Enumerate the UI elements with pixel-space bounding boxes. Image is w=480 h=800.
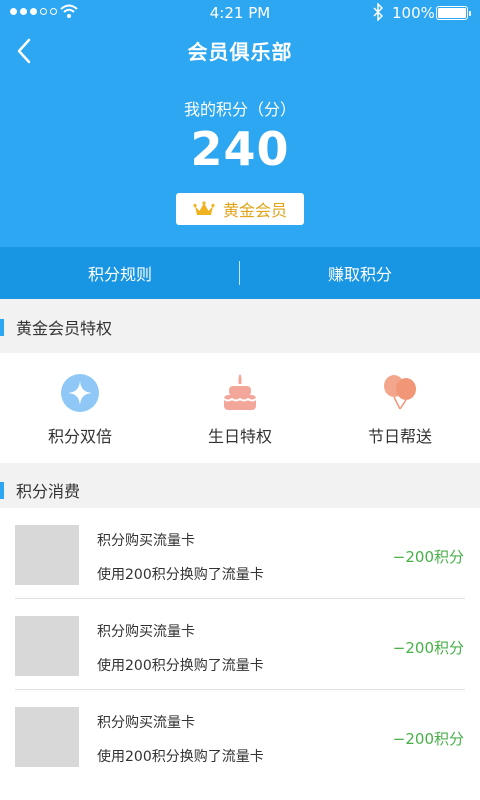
record-amount: −200积分 [392,548,464,566]
record-title: 积分购买流量卡 [97,624,195,640]
record-amount: −200积分 [392,639,464,657]
record-title: 积分购买流量卡 [97,715,195,731]
balloons-icon [384,375,416,410]
battery-icon [436,6,471,20]
privilege-label: 节日帮送 [367,427,432,446]
privilege-birthday[interactable]: 生日特权 [160,353,320,463]
tab-divider [239,261,240,285]
privileges-section-title: 黄金会员特权 [0,301,480,353]
record-amount: −200积分 [392,730,464,748]
record-thumbnail [15,616,79,676]
list-item[interactable]: 积分购买流量卡 使用200积分换购了流量卡 −200积分 [0,599,480,690]
member-level-badge[interactable]: 黄金会员 [176,193,304,225]
points-value: 240 [190,122,290,176]
page-title: 会员俱乐部 [187,40,293,64]
status-bar: 4:21 PM 100% [0,0,480,26]
tab-points-rules[interactable]: 积分规则 [0,247,240,299]
tab-bar: 积分规则 赚取积分 [0,247,480,299]
record-description: 使用200积分换购了流量卡 [97,567,264,583]
points-label: 我的积分（分） [183,100,296,119]
privilege-label: 生日特权 [207,427,272,446]
list-item[interactable]: 积分购买流量卡 使用200积分换购了流量卡 −200积分 [0,690,480,781]
crown-icon [193,201,215,215]
list-item[interactable]: 积分购买流量卡 使用200积分换购了流量卡 −200积分 [0,508,480,599]
bluetooth-icon [373,3,384,21]
record-description: 使用200积分换购了流量卡 [97,658,264,674]
double-points-icon [61,374,99,412]
birthday-cake-icon [223,374,257,410]
header: 4:21 PM 100% 会员俱乐部 我的积分（分） 240 黄金会员 [0,0,480,247]
consumption-list: 积分购买流量卡 使用200积分换购了流量卡 −200积分 积分购买流量卡 使用2… [0,508,480,800]
privileges-panel: 积分双倍 生日特权 节日帮送 [0,353,480,463]
record-description: 使用200积分换购了流量卡 [97,749,264,765]
battery-percent: 100% [392,4,435,22]
record-title: 积分购买流量卡 [97,533,195,549]
privilege-label: 积分双倍 [47,427,112,446]
privilege-holiday-gift[interactable]: 节日帮送 [320,353,480,463]
record-thumbnail [15,525,79,585]
member-level-label: 黄金会员 [222,201,287,220]
tab-earn-points[interactable]: 赚取积分 [240,247,480,299]
record-thumbnail [15,707,79,767]
privilege-double-points[interactable]: 积分双倍 [0,353,160,463]
